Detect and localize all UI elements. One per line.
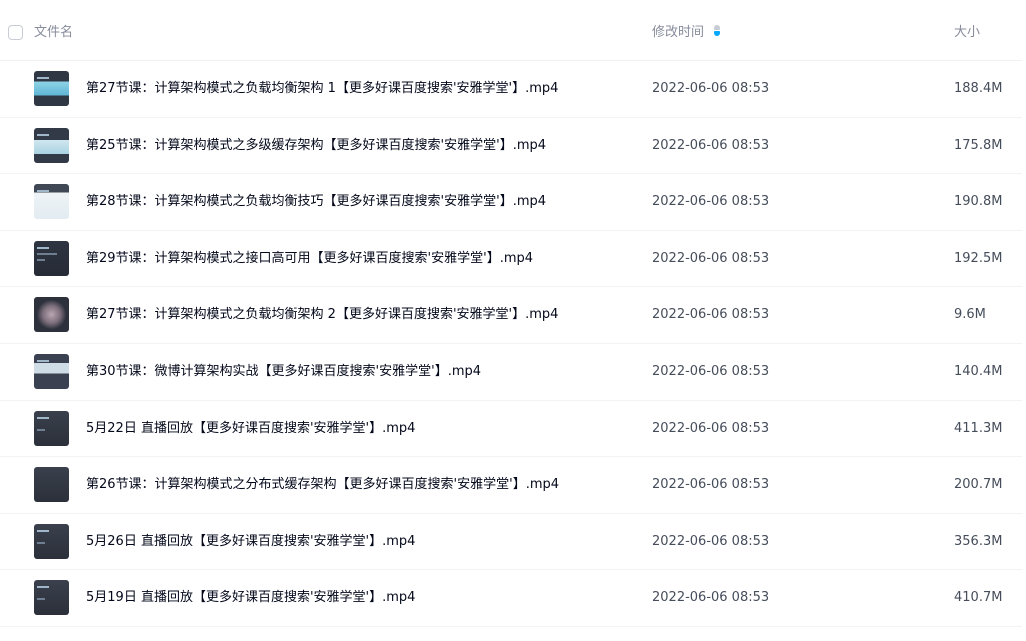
file-name[interactable]: 第28节课：计算架构模式之负载均衡技巧【更多好课百度搜索'安雅学堂'】.mp4 [86,193,546,211]
column-header-time[interactable]: 修改时间 [652,24,721,42]
file-row[interactable]: 5月26日 直播回放【更多好课百度搜索'安雅学堂'】.mp4 2022-06-0… [0,514,1022,571]
file-size: 200.7M [954,477,1003,493]
file-row[interactable]: 第27节课：计算架构模式之负载均衡架构 2【更多好课百度搜索'安雅学堂'】.mp… [0,287,1022,344]
file-row[interactable]: 第27节课：计算架构模式之负载均衡架构 1【更多好课百度搜索'安雅学堂'】.mp… [0,61,1022,118]
file-name[interactable]: 第27节课：计算架构模式之负载均衡架构 1【更多好课百度搜索'安雅学堂'】.mp… [86,80,558,98]
file-size: 411.3M [954,420,1003,436]
video-thumbnail[interactable] [34,580,69,616]
file-name[interactable]: 第25节课：计算架构模式之多级缓存架构【更多好课百度搜索'安雅学堂'】.mp4 [86,137,546,155]
file-modified-time: 2022-06-06 08:53 [652,194,770,210]
file-size: 140.4M [954,363,1003,379]
file-size: 410.7M [954,590,1003,606]
file-row[interactable]: 第29节课：计算架构模式之接口高可用【更多好课百度搜索'安雅学堂'】.mp4 2… [0,231,1022,288]
file-row[interactable]: 5月19日 直播回放【更多好课百度搜索'安雅学堂'】.mp4 2022-06-0… [0,570,1022,627]
file-size: 356.3M [954,533,1003,549]
file-modified-time: 2022-06-06 08:53 [652,533,770,549]
file-name[interactable]: 第30节课：微博计算架构实战【更多好课百度搜索'安雅学堂'】.mp4 [86,363,481,381]
column-header-time-label: 修改时间 [652,25,705,40]
sort-descending-icon[interactable] [714,25,721,37]
file-name[interactable]: 5月22日 直播回放【更多好课百度搜索'安雅学堂'】.mp4 [86,420,415,438]
file-name[interactable]: 5月26日 直播回放【更多好课百度搜索'安雅学堂'】.mp4 [86,533,415,551]
file-list: 文件名 修改时间 大小 第27节课：计算架构模式之负载均衡架构 1【更多好课百度… [0,0,1022,627]
column-header-name[interactable]: 文件名 [34,24,73,42]
video-thumbnail[interactable] [34,410,69,446]
file-modified-time: 2022-06-06 08:53 [652,137,770,153]
video-thumbnail[interactable] [34,184,69,220]
file-name[interactable]: 第29节课：计算架构模式之接口高可用【更多好课百度搜索'安雅学堂'】.mp4 [86,250,533,268]
file-modified-time: 2022-06-06 08:53 [652,81,770,96]
file-modified-time: 2022-06-06 08:53 [652,307,770,323]
file-row[interactable]: 5月22日 直播回放【更多好课百度搜索'安雅学堂'】.mp4 2022-06-0… [0,401,1022,458]
file-size: 192.5M [954,250,1003,266]
file-row[interactable]: 第28节课：计算架构模式之负载均衡技巧【更多好课百度搜索'安雅学堂'】.mp4 … [0,174,1022,231]
file-row[interactable]: 第30节课：微博计算架构实战【更多好课百度搜索'安雅学堂'】.mp4 2022-… [0,344,1022,401]
file-name[interactable]: 5月19日 直播回放【更多好课百度搜索'安雅学堂'】.mp4 [86,589,415,607]
file-name[interactable]: 第26节课：计算架构模式之分布式缓存架构【更多好课百度搜索'安雅学堂'】.mp4 [86,476,559,494]
file-modified-time: 2022-06-06 08:53 [652,477,770,493]
file-size: 188.4M [954,81,1003,96]
select-all-checkbox[interactable] [8,25,23,40]
list-header: 文件名 修改时间 大小 [0,0,1022,61]
file-size: 190.8M [954,194,1003,210]
file-row[interactable]: 第26节课：计算架构模式之分布式缓存架构【更多好课百度搜索'安雅学堂'】.mp4… [0,457,1022,514]
file-row[interactable]: 第25节课：计算架构模式之多级缓存架构【更多好课百度搜索'安雅学堂'】.mp4 … [0,118,1022,175]
file-modified-time: 2022-06-06 08:53 [652,250,770,266]
video-thumbnail[interactable] [34,523,69,559]
column-header-size[interactable]: 大小 [954,24,980,42]
file-size: 175.8M [954,137,1003,153]
file-modified-time: 2022-06-06 08:53 [652,363,770,379]
file-modified-time: 2022-06-06 08:53 [652,420,770,436]
video-thumbnail[interactable] [34,240,69,276]
video-thumbnail[interactable] [34,467,69,503]
video-thumbnail[interactable] [34,297,69,333]
video-thumbnail[interactable] [34,127,69,163]
file-modified-time: 2022-06-06 08:53 [652,590,770,606]
file-name[interactable]: 第27节课：计算架构模式之负载均衡架构 2【更多好课百度搜索'安雅学堂'】.mp… [86,306,558,324]
video-thumbnail[interactable] [34,71,69,106]
video-thumbnail[interactable] [34,353,69,389]
file-size: 9.6M [954,307,986,323]
